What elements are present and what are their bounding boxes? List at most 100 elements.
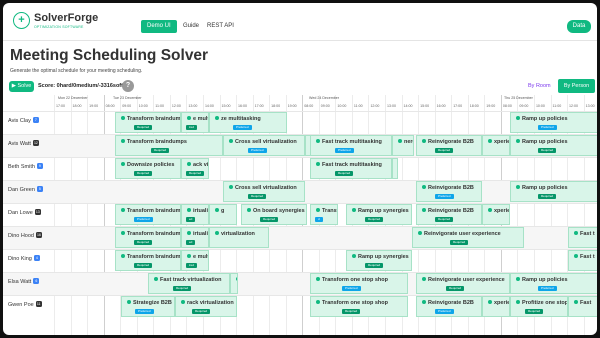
view-by-person-button[interactable]: By Person	[558, 79, 595, 93]
meeting-block[interactable]: xperience	[482, 204, 510, 225]
data-dropdown-button[interactable]: Data	[567, 20, 591, 33]
required-badge: Required	[365, 217, 384, 222]
score-label: Score: 0hard/0medium/-3316soft	[38, 83, 123, 89]
meeting-block[interactable]: p	[392, 158, 398, 179]
meeting-block[interactable]: Strategize B2B Preferred	[121, 296, 175, 317]
page-title: Meeting Scheduling Solver	[10, 47, 209, 64]
meeting-block[interactable]: Ramp up policies Preferred	[510, 273, 597, 294]
meeting-block[interactable]: Downsize policies Required	[115, 158, 181, 179]
hour-label: 13:00	[387, 104, 396, 108]
logo-icon[interactable]: +	[13, 12, 30, 29]
date-label: Thu 25 December	[504, 96, 533, 100]
person-name[interactable]: Dino Hood 16	[8, 232, 42, 239]
view-by-room-button[interactable]: By Room	[528, 83, 551, 89]
meeting-block[interactable]: Cross sell virtualization Required	[223, 181, 305, 202]
tab-rest-api[interactable]: REST API	[201, 20, 240, 33]
required-badge: Required	[525, 309, 544, 314]
required-badge: Required	[173, 286, 192, 291]
meeting-block[interactable]: rack virtualization Required	[175, 296, 237, 317]
person-name[interactable]: Gwen Poe 11	[8, 301, 42, 308]
meeting-block[interactable]: Ramp up synergies Required	[346, 250, 412, 271]
required-badge: ired	[186, 263, 198, 268]
meeting-title: virtualization	[215, 231, 255, 237]
meeting-title: Fast	[574, 300, 591, 306]
person-name[interactable]: Dan Lowe 13	[8, 209, 41, 216]
meeting-block[interactable]: Reinvigorate B2B Required	[416, 204, 482, 225]
person-name[interactable]: Dan Green 5	[8, 186, 43, 193]
meeting-title: Fast track multitasking	[316, 162, 382, 168]
meeting-block[interactable]: g	[209, 204, 237, 225]
hour-label: 15:00	[420, 104, 430, 108]
meeting-title: ack virtualization	[187, 162, 208, 168]
meeting-block[interactable]: virtualization	[209, 227, 269, 248]
meeting-block[interactable]: Reinvigorate user experience Required	[416, 273, 510, 294]
meeting-block[interactable]: ze multitasking Preferred	[209, 112, 287, 133]
meeting-block[interactable]: e multitasking ired	[181, 112, 209, 133]
person-name[interactable]: Beth Smith 9	[8, 163, 43, 170]
preferred-badge: Preferred	[135, 309, 154, 314]
meeting-block[interactable]: Cross sell virtualization Preferred	[223, 135, 305, 156]
solve-button[interactable]: ▶ Solve	[9, 81, 34, 92]
meeting-block[interactable]: Ramp up policies Required	[510, 135, 597, 156]
schedule-timeline[interactable]: 17:00 18:00 19:00 08:00 09:00 10:00 11:00 12:00…	[3, 95, 597, 335]
meeting-title: Transform braindumps	[121, 139, 187, 145]
person-name[interactable]: Avis Clay 7	[8, 117, 39, 124]
meeting-block[interactable]: Transform braindumps Required	[115, 227, 181, 248]
meeting-block[interactable]: Transform one stop shop Required	[310, 296, 408, 317]
meeting-block[interactable]: Fast t	[568, 227, 597, 248]
meeting-block[interactable]: Transform braindumps Required	[115, 135, 223, 156]
meeting-block[interactable]: Profitize one stop sh Required	[510, 296, 568, 317]
meeting-block[interactable]: irtualization ed	[181, 204, 209, 225]
question-mark-icon[interactable]: ?	[122, 80, 134, 92]
meeting-block[interactable]: Fast track multitasking Preferred	[310, 135, 392, 156]
meeting-block[interactable]: xperience	[482, 135, 510, 156]
meeting-block[interactable]: Transform braindumps Required	[115, 250, 181, 271]
meeting-block[interactable]: e multitasking ired	[181, 250, 209, 271]
person-name[interactable]: Avis Watt 12	[8, 140, 39, 147]
person-row: Beth Smith 9	[3, 157, 597, 180]
meeting-block[interactable]: Transform one stop shop Preferred	[310, 273, 408, 294]
required-badge: Required	[435, 217, 454, 222]
meeting-block[interactable]: Reinvigorate B2B Required	[416, 135, 482, 156]
person-meeting-count-badge: 11	[35, 301, 42, 307]
person-name[interactable]: Dino King 4	[8, 255, 40, 262]
meeting-block[interactable]: Ramp up synergies Required	[346, 204, 412, 225]
meeting-block[interactable]: Transforn d	[310, 204, 338, 225]
brand-name[interactable]: SolverForge	[34, 12, 98, 24]
meeting-block[interactable]: Fast track virtualization Required	[148, 273, 230, 294]
meeting-title: g	[236, 277, 237, 283]
meeting-block[interactable]: Transform braindumps Required	[115, 112, 181, 133]
meeting-block[interactable]: Fast	[568, 296, 597, 317]
meeting-block[interactable]: Ramp up policies Preferred	[510, 112, 597, 133]
meeting-title: Reinvigorate B2B	[422, 139, 474, 145]
meeting-block[interactable]: Reinvigorate B2B Preferred	[416, 296, 482, 317]
meeting-title: Strategize B2B	[127, 300, 172, 306]
meeting-title: Ramp up policies	[516, 277, 568, 283]
hour-label: 11:00	[353, 104, 363, 108]
hour-label: 18:00	[271, 104, 281, 108]
meeting-block[interactable]: Fast track multitasking Required	[310, 158, 392, 179]
meeting-title: Transform one stop shop	[316, 277, 388, 283]
meeting-block[interactable]: ack virtualization Required	[181, 158, 209, 179]
tab-demo-ui[interactable]: Demo UI	[141, 20, 177, 33]
meeting-title: Cross sell virtualization	[229, 139, 297, 145]
meeting-block[interactable]: Fast t	[568, 250, 597, 271]
meeting-block[interactable]: nergies	[392, 135, 414, 156]
meeting-block[interactable]: irtualization ed	[181, 227, 209, 248]
meeting-title: irtualization	[187, 208, 208, 214]
person-meeting-count-badge: 13	[34, 209, 41, 215]
meeting-title: Transform braindumps	[121, 254, 180, 260]
hour-label: 17:00	[453, 104, 463, 108]
meeting-block[interactable]: g	[230, 273, 238, 294]
person-name[interactable]: Elsa Watt 6	[8, 278, 40, 285]
preferred-badge: Preferred	[435, 194, 454, 199]
meeting-block[interactable]: Reinvigorate B2B Preferred	[416, 181, 482, 202]
hour-label: 19:00	[287, 104, 297, 108]
meeting-block[interactable]: Ramp up policies Required	[510, 181, 597, 202]
meeting-block[interactable]: Reinvigorate user experience Required	[412, 227, 524, 248]
meeting-block[interactable]: Transform braindumps Preferred	[115, 204, 181, 225]
meeting-title: Reinvigorate user experience	[418, 231, 501, 237]
required-badge: Required	[134, 125, 153, 130]
meeting-block[interactable]: On board synergies Required	[241, 204, 307, 225]
meeting-block[interactable]: xperien	[482, 296, 510, 317]
